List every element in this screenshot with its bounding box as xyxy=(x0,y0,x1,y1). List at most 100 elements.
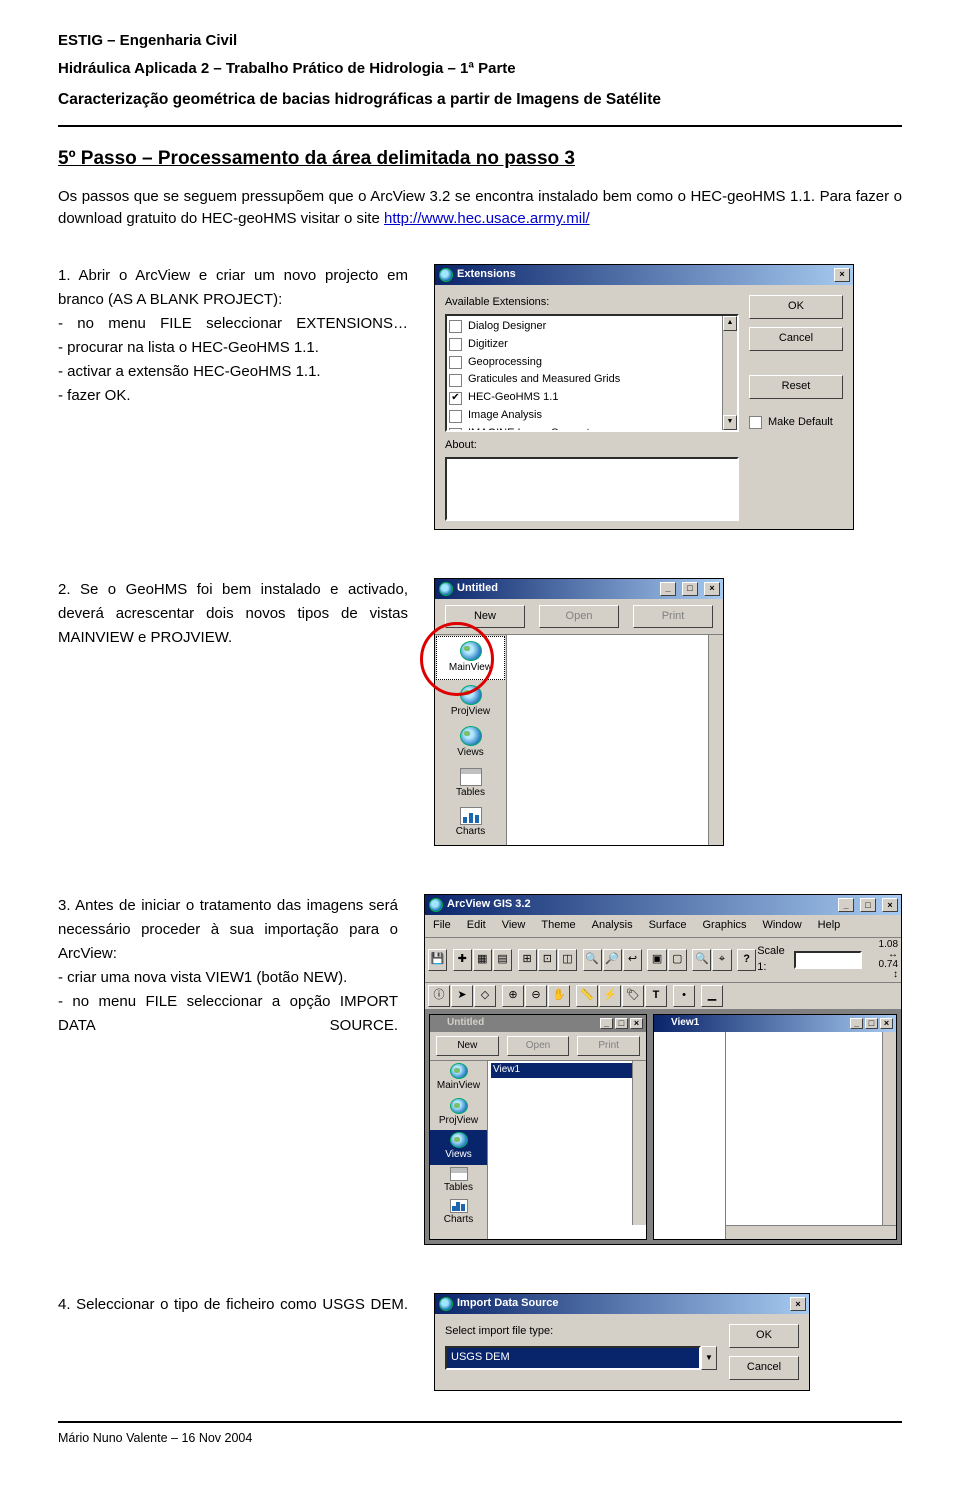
menubar[interactable]: File Edit View Theme Analysis Surface Gr… xyxy=(425,915,901,938)
menu-window[interactable]: Window xyxy=(761,917,804,935)
measure-icon[interactable]: 📏 xyxy=(576,985,598,1007)
zoom-selected-icon[interactable]: ◫ xyxy=(558,949,577,971)
zoom-full-icon[interactable]: ⊞ xyxy=(518,949,537,971)
open-button[interactable]: Open xyxy=(507,1036,570,1057)
minimize-icon[interactable]: _ xyxy=(600,1018,613,1029)
zoom-in-tool-icon[interactable]: ⊕ xyxy=(502,985,524,1007)
zoom-prev-icon[interactable]: ↩ xyxy=(623,949,642,971)
close-icon[interactable]: × xyxy=(630,1018,643,1029)
help-icon[interactable]: ? xyxy=(737,949,756,971)
extensions-list[interactable]: Dialog Designer Digitizer Geoprocessing … xyxy=(445,314,739,432)
add-theme-icon[interactable]: ✚ xyxy=(453,949,472,971)
close-icon[interactable]: × xyxy=(704,582,720,596)
histogram-icon[interactable]: ▁ xyxy=(701,985,723,1007)
find-icon[interactable]: 🔍 xyxy=(692,949,711,971)
make-default-checkbox[interactable]: Make Default xyxy=(749,415,843,431)
scale-input[interactable] xyxy=(794,951,862,969)
draw-point-icon[interactable]: • xyxy=(673,985,695,1007)
menu-analysis[interactable]: Analysis xyxy=(590,917,635,935)
hec-link[interactable]: http://www.hec.usace.army.mil/ xyxy=(384,210,590,227)
maximize-icon[interactable]: □ xyxy=(860,898,876,912)
checkbox-icon[interactable] xyxy=(449,374,462,387)
select-features-icon[interactable]: ▣ xyxy=(647,949,666,971)
menu-view[interactable]: View xyxy=(500,917,528,935)
label-icon[interactable]: 🏷 xyxy=(622,985,644,1007)
sidebar-item-mainview[interactable]: MainView xyxy=(436,636,505,680)
scrollbar[interactable] xyxy=(726,1225,896,1239)
save-icon[interactable]: 💾 xyxy=(428,949,447,971)
maximize-icon[interactable]: □ xyxy=(865,1018,878,1029)
cancel-button[interactable]: Cancel xyxy=(749,327,843,351)
identify-icon[interactable]: ⓘ xyxy=(428,985,450,1007)
zoom-active-icon[interactable]: ⊡ xyxy=(538,949,557,971)
menu-theme[interactable]: Theme xyxy=(539,917,577,935)
project-list[interactable]: View1 xyxy=(488,1061,646,1239)
reset-button[interactable]: Reset xyxy=(749,375,843,399)
close-icon[interactable]: × xyxy=(880,1018,893,1029)
close-icon[interactable]: × xyxy=(882,898,898,912)
vertex-edit-icon[interactable]: ◇ xyxy=(474,985,496,1007)
maximize-icon[interactable]: □ xyxy=(682,582,698,596)
sidebar-item-mainview[interactable]: MainView xyxy=(430,1061,487,1096)
new-button[interactable]: New xyxy=(445,605,525,629)
sidebar-item-tables[interactable]: Tables xyxy=(435,764,506,804)
print-button[interactable]: Print xyxy=(633,605,713,629)
new-button[interactable]: New xyxy=(436,1036,499,1057)
checkbox-icon[interactable] xyxy=(449,428,462,432)
sidebar-item-views[interactable]: Views xyxy=(435,722,506,764)
locate-icon[interactable]: ⌖ xyxy=(712,949,731,971)
minimize-icon[interactable]: _ xyxy=(660,582,676,596)
chevron-down-icon[interactable]: ▼ xyxy=(701,1346,717,1370)
extensions-title: Extensions xyxy=(457,267,516,283)
scrollbar[interactable] xyxy=(632,1061,646,1225)
checkbox-icon[interactable] xyxy=(449,356,462,369)
scrollbar[interactable]: ▲ ▼ xyxy=(722,316,737,430)
open-button[interactable]: Open xyxy=(539,605,619,629)
close-icon[interactable]: × xyxy=(790,1297,806,1311)
sidebar-item-projview[interactable]: ProjView xyxy=(430,1096,487,1131)
view-toc[interactable] xyxy=(654,1032,726,1240)
print-button[interactable]: Print xyxy=(577,1036,640,1057)
sidebar-item-tables[interactable]: Tables xyxy=(430,1165,487,1198)
list-item[interactable]: View1 xyxy=(491,1063,643,1078)
checkbox-icon[interactable] xyxy=(749,416,762,429)
cancel-button[interactable]: Cancel xyxy=(729,1356,799,1380)
minimize-icon[interactable]: _ xyxy=(850,1018,863,1029)
theme-props-icon[interactable]: ▦ xyxy=(473,949,492,971)
sidebar-item-views[interactable]: Views xyxy=(430,1130,487,1165)
pan-icon[interactable]: ✋ xyxy=(548,985,570,1007)
menu-file[interactable]: File xyxy=(431,917,453,935)
extensions-dialog: Extensions × Available Extensions: Dialo… xyxy=(434,264,854,530)
sidebar-item-charts[interactable]: Charts xyxy=(435,803,506,843)
ok-button[interactable]: OK xyxy=(749,295,843,319)
ok-button[interactable]: OK xyxy=(729,1324,799,1348)
step4-text: 4. Seleccionar o tipo de ficheiro como U… xyxy=(58,1293,408,1317)
hotlink-icon[interactable]: ⚡ xyxy=(599,985,621,1007)
view-canvas[interactable] xyxy=(726,1032,896,1240)
zoom-in-icon[interactable]: 🔍 xyxy=(583,949,602,971)
menu-help[interactable]: Help xyxy=(816,917,843,935)
checkbox-icon[interactable] xyxy=(449,320,462,333)
edit-legend-icon[interactable]: ▤ xyxy=(493,949,512,971)
menu-graphics[interactable]: Graphics xyxy=(701,917,749,935)
checkbox-icon[interactable] xyxy=(449,410,462,423)
scroll-down-icon[interactable]: ▼ xyxy=(723,415,737,430)
checkbox-icon[interactable]: ✔ xyxy=(449,392,462,405)
menu-edit[interactable]: Edit xyxy=(465,917,488,935)
menu-surface[interactable]: Surface xyxy=(647,917,689,935)
scrollbar[interactable] xyxy=(708,635,723,845)
text-icon[interactable]: T xyxy=(645,985,667,1007)
close-icon[interactable]: × xyxy=(834,268,850,282)
zoom-out-icon[interactable]: 🔎 xyxy=(603,949,622,971)
checkbox-icon[interactable] xyxy=(449,338,462,351)
sidebar-item-projview[interactable]: ProjView xyxy=(435,681,506,723)
maximize-icon[interactable]: □ xyxy=(615,1018,628,1029)
zoom-out-tool-icon[interactable]: ⊖ xyxy=(525,985,547,1007)
sidebar-item-charts[interactable]: Charts xyxy=(430,1197,487,1230)
import-file-type-dropdown[interactable]: USGS DEM ▼ xyxy=(445,1346,717,1370)
minimize-icon[interactable]: _ xyxy=(838,898,854,912)
clear-selected-icon[interactable]: ▢ xyxy=(668,949,687,971)
scrollbar[interactable] xyxy=(882,1032,896,1226)
pointer-icon[interactable]: ➤ xyxy=(451,985,473,1007)
scroll-up-icon[interactable]: ▲ xyxy=(723,316,737,331)
